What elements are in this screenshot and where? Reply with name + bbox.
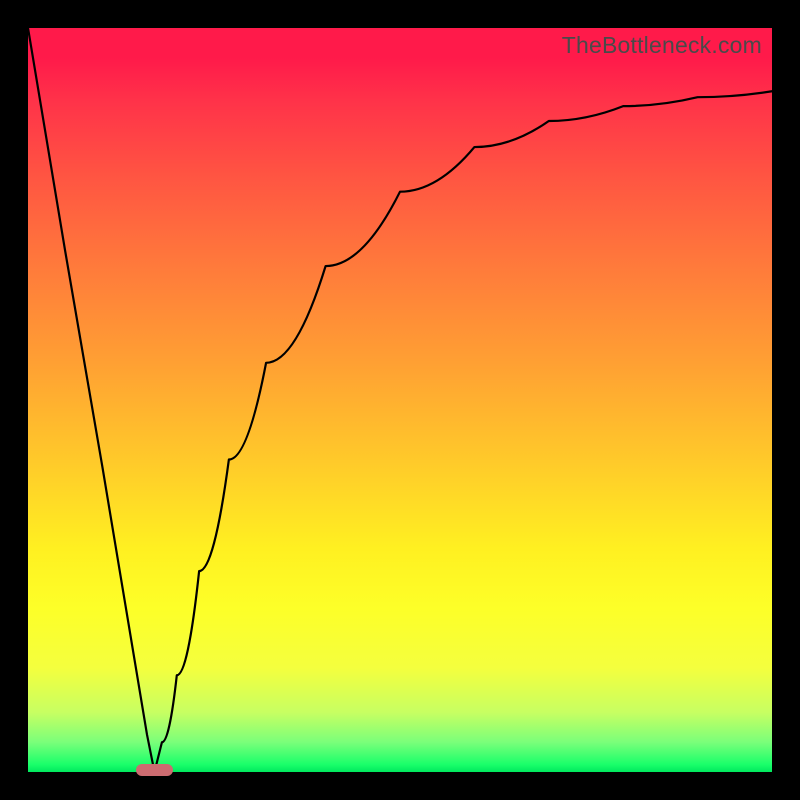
attribution-label: TheBottleneck.com (562, 32, 762, 59)
bottleneck-curve (28, 28, 772, 772)
curve-path (28, 28, 772, 772)
chart-frame: TheBottleneck.com (0, 0, 800, 800)
plot-area: TheBottleneck.com (28, 28, 772, 772)
optimum-marker (136, 764, 173, 776)
